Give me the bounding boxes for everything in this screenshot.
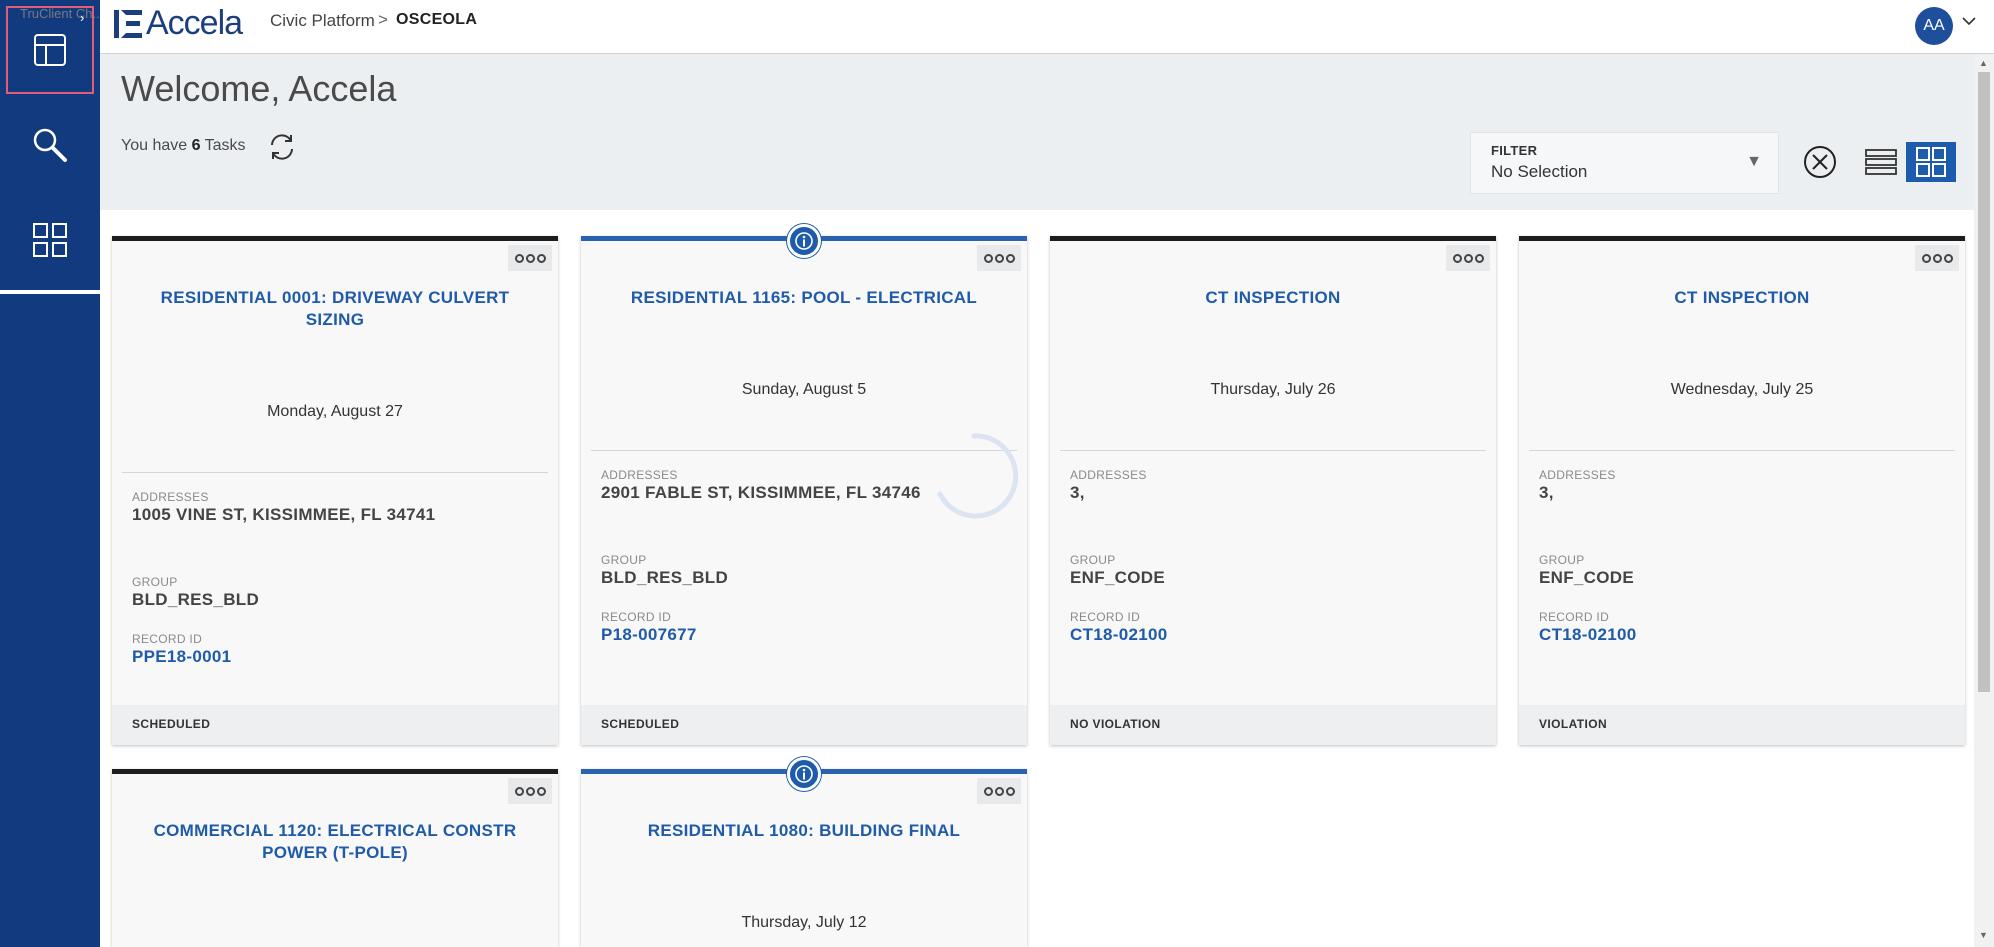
task-count-suffix: Tasks: [200, 137, 246, 154]
card-title[interactable]: RESIDENTIAL 1165: POOL - ELECTRICAL: [601, 287, 1007, 309]
record-id-link[interactable]: CT18-02100: [1539, 625, 1637, 645]
status-badge: SCHEDULED: [112, 705, 558, 745]
record-id-label: RECORD ID: [132, 632, 203, 646]
sidebar-divider: [0, 290, 100, 294]
card-title[interactable]: CT INSPECTION: [1070, 287, 1476, 309]
address-value: 3,: [1070, 483, 1085, 502]
loading-spinner-icon: [937, 433, 1018, 519]
apps-grid-icon: [33, 223, 67, 257]
record-id-link[interactable]: PPE18-0001: [132, 647, 231, 667]
task-card[interactable]: CT INSPECTION Wednesday, July 25 ADDRESS…: [1519, 236, 1965, 745]
card-title[interactable]: COMMERCIAL 1120: ELECTRICAL CONSTR POWER …: [132, 820, 538, 864]
accela-logo[interactable]: Accela: [114, 4, 243, 43]
caret-down-icon: ▼: [1746, 153, 1762, 170]
record-id-label: RECORD ID: [601, 610, 672, 624]
status-badge: NO VIOLATION: [1050, 705, 1496, 745]
page-title: Welcome, Accela: [121, 68, 397, 109]
sidebar-item-search[interactable]: [0, 105, 100, 185]
card-title[interactable]: RESIDENTIAL 1080: BUILDING FINAL: [601, 820, 1007, 842]
address-value: 2901 FABLE ST, KISSIMMEE, FL 34746: [601, 483, 921, 502]
filter-label: FILTER: [1491, 143, 1538, 158]
group-label: GROUP: [1070, 553, 1116, 567]
card-date: Sunday, August 5: [741, 381, 867, 398]
card-more-menu[interactable]: [1915, 245, 1959, 271]
sidebar-item-apps[interactable]: [0, 200, 100, 280]
task-count-prefix: You have: [121, 137, 192, 154]
chevron-right-icon: ›: [80, 10, 85, 25]
accela-logo-icon: [114, 9, 142, 38]
list-view-icon[interactable]: [1864, 145, 1898, 179]
task-card[interactable]: RESIDENTIAL 0001: DRIVEWAY CULVERT SIZING…: [112, 236, 558, 745]
scrollbar-thumb[interactable]: [1978, 72, 1990, 692]
task-card[interactable]: CT INSPECTION Thursday, July 26 ADDRESSE…: [1050, 236, 1496, 745]
avatar[interactable]: AA: [1915, 7, 1953, 45]
filter-value: No Selection: [1491, 162, 1588, 181]
card-divider: [122, 472, 548, 473]
record-id-link[interactable]: CT18-02100: [1070, 625, 1168, 645]
card-divider: [1060, 450, 1486, 451]
address-value: 3,: [1539, 483, 1554, 502]
status-badge: SCHEDULED: [581, 705, 1027, 745]
scroll-down-icon[interactable]: ▼: [1979, 930, 1988, 940]
group-value: ENF_CODE: [1070, 568, 1165, 587]
card-more-menu[interactable]: [977, 245, 1021, 271]
grid-view-icon: [1916, 147, 1946, 177]
card-date: Thursday, July 12: [741, 914, 867, 931]
addresses-label: ADDRESSES: [1070, 468, 1147, 482]
info-icon[interactable]: [787, 224, 821, 258]
card-date: Thursday, July 26: [1210, 381, 1336, 398]
record-id-label: RECORD ID: [1539, 610, 1610, 624]
card-date: Monday, August 27: [267, 403, 403, 420]
clear-filter-icon[interactable]: [1802, 144, 1838, 180]
card-divider: [1529, 450, 1955, 451]
sidebar: [0, 0, 100, 947]
record-id-link[interactable]: P18-007677: [601, 625, 697, 645]
group-label: GROUP: [1539, 553, 1585, 567]
group-value: BLD_RES_BLD: [132, 590, 260, 609]
task-card[interactable]: COMMERCIAL 1120: ELECTRICAL CONSTR POWER …: [112, 769, 558, 947]
task-count-text: You have 6 Tasks: [121, 137, 246, 155]
addresses-label: ADDRESSES: [1539, 468, 1616, 482]
chevron-down-icon[interactable]: [1961, 14, 1977, 28]
breadcrumb-current: OSCEOLA: [396, 11, 478, 28]
addresses-label: ADDRESSES: [132, 490, 209, 504]
search-icon: [33, 128, 67, 162]
breadcrumb-app[interactable]: Civic Platform: [270, 11, 375, 31]
card-date: Wednesday, July 25: [1670, 381, 1814, 398]
group-label: GROUP: [601, 553, 647, 567]
address-value: 1005 VINE ST, KISSIMMEE, FL 34741: [132, 505, 436, 524]
info-icon[interactable]: [787, 757, 821, 791]
top-header: Accela Civic Platform > OSCEOLA AA: [100, 0, 1994, 54]
card-more-menu[interactable]: [508, 245, 552, 271]
task-card[interactable]: RESIDENTIAL 1080: BUILDING FINAL Thursda…: [581, 769, 1027, 947]
card-more-menu[interactable]: [1446, 245, 1490, 271]
vertical-scrollbar[interactable]: ▲ ▼: [1974, 54, 1994, 947]
scroll-up-icon[interactable]: ▲: [1979, 58, 1988, 68]
card-title[interactable]: CT INSPECTION: [1539, 287, 1945, 309]
status-badge: VIOLATION: [1519, 705, 1965, 745]
refresh-icon[interactable]: [266, 131, 298, 163]
grid-view-button[interactable]: [1906, 142, 1956, 182]
group-label: GROUP: [132, 575, 178, 589]
task-count-number: 6: [191, 137, 201, 154]
addresses-label: ADDRESSES: [601, 468, 678, 482]
card-title[interactable]: RESIDENTIAL 0001: DRIVEWAY CULVERT SIZING: [132, 287, 538, 331]
breadcrumb-separator: >: [378, 10, 388, 29]
filter-dropdown[interactable]: FILTER No Selection ▼: [1470, 132, 1779, 194]
record-id-label: RECORD ID: [1070, 610, 1141, 624]
card-more-menu[interactable]: [977, 778, 1021, 804]
group-value: ENF_CODE: [1539, 568, 1634, 587]
logo-text: Accela: [146, 4, 243, 42]
card-more-menu[interactable]: [508, 778, 552, 804]
group-value: BLD_RES_BLD: [601, 568, 729, 587]
